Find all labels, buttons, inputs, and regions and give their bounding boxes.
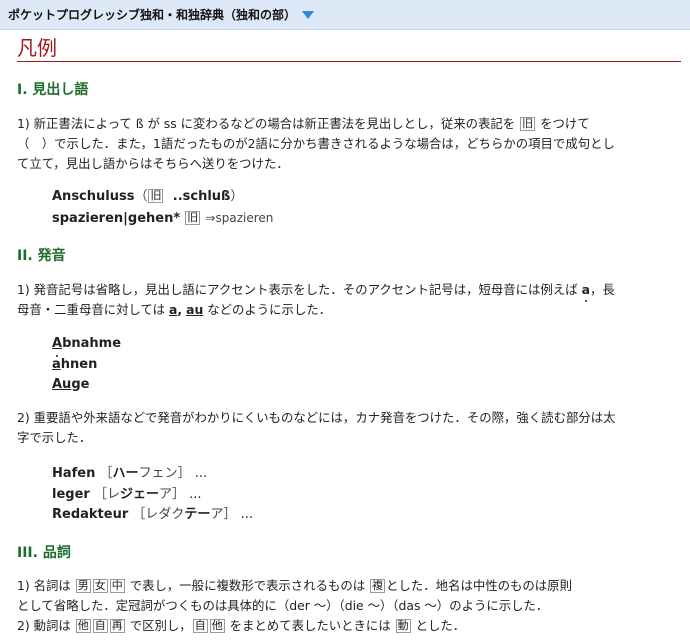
example-entry: Hafen ［ハーフェン］ ...	[52, 466, 208, 481]
para-line: として省略した．定冠詞がつくものは具体的に（der ～）（die ～）（das …	[17, 598, 549, 613]
plural-badge: 複	[370, 579, 386, 593]
section-heading-pronunciation: II. 発音	[17, 248, 66, 264]
old-spelling-badge: 旧	[185, 210, 201, 225]
para-line: て立て，見出し語からはそちらへ送りをつけた．	[17, 156, 289, 171]
section-2-paragraph-1: 1) 発音記号は省略し，見出し語にアクセント表示をした．そのアクセント記号は，短…	[17, 280, 683, 320]
example-entry: Anschuluss（旧 ..schluß）	[52, 189, 244, 204]
reflexive-badge: 再	[109, 619, 125, 633]
feminine-badge: 女	[92, 579, 108, 593]
section-1-paragraph: 1) 新正書法によって ß が ss に変わるなどの場合は新正書法を見出しとし，…	[17, 114, 683, 174]
old-spelling-badge: 旧	[520, 117, 536, 131]
dictionary-title: ポケットプログレッシブ独和・和独辞典（独和の部）	[8, 8, 297, 22]
para-line: 母音・二重母音に対しては a, au などのように示した．	[17, 302, 332, 317]
dropdown-triangle-icon[interactable]	[302, 10, 315, 19]
intransitive-badge: 自	[192, 619, 208, 633]
verb-badge: 動	[395, 619, 411, 633]
example-entry: ahnen	[52, 356, 98, 372]
para-line: 2) 動詞は 他自再 で区別し，自他 をまとめて表したいときには 動 とした．	[17, 618, 466, 633]
example-list-headwords: Anschuluss（旧 ..schluß） spazieren|gehen* …	[52, 187, 273, 229]
example-list-accents: Abnahme ahnen Auge	[52, 334, 121, 396]
neuter-badge: 中	[109, 579, 125, 593]
example-entry: Auge	[52, 377, 90, 392]
example-list-kana: Hafen ［ハーフェン］ ... leger ［レジェーア］ ... Reda…	[52, 464, 253, 526]
section-2-paragraph-2: 2) 重要語や外来語などで発音がわかりにくいものなどには，カナ発音をつけた．その…	[17, 408, 683, 448]
example-entry: spazieren|gehen* 旧 ⇒spazieren	[52, 210, 274, 226]
para-line: 1) 発音記号は省略し，見出し語にアクセント表示をした．そのアクセント記号は，短…	[17, 280, 683, 300]
section-3-paragraph: 1) 名詞は 男女中 で表し，一般に複数形で表示されるものは 複とした．地名は中…	[17, 576, 683, 636]
example-entry: Abnahme	[52, 334, 121, 355]
example-entry: Redakteur ［レダクテーア］ ...	[52, 507, 253, 522]
example-entry: leger ［レジェーア］ ...	[52, 486, 202, 502]
section-heading-headwords: I. 見出し語	[17, 82, 89, 98]
transitive-badge: 他	[209, 619, 225, 633]
intransitive-badge: 自	[92, 619, 108, 633]
para-line: 1) 名詞は 男女中 で表し，一般に複数形で表示されるものは 複とした．地名は中…	[17, 578, 572, 593]
cross-reference-link[interactable]: ⇒spazieren	[205, 211, 273, 225]
para-line: 1) 新正書法によって ß が ss に変わるなどの場合は新正書法を見出しとし，…	[17, 116, 590, 131]
old-spelling-badge: 旧	[148, 189, 164, 203]
para-line: 字で示した．	[17, 430, 92, 445]
transitive-badge: 他	[75, 619, 91, 633]
para-line: 2) 重要語や外来語などで発音がわかりにくいものなどには，カナ発音をつけた．その…	[17, 410, 616, 425]
title-divider	[17, 61, 681, 62]
section-heading-parts-of-speech: III. 品詞	[17, 545, 71, 561]
masculine-badge: 男	[75, 579, 91, 593]
para-line: （ ）で示した．また，1語だったものが2語に分かち書きされるような場合は，どちら…	[17, 136, 615, 151]
page-title: 凡例	[17, 36, 57, 60]
dictionary-title-bar: ポケットプログレッシブ独和・和独辞典（独和の部）	[0, 0, 690, 30]
